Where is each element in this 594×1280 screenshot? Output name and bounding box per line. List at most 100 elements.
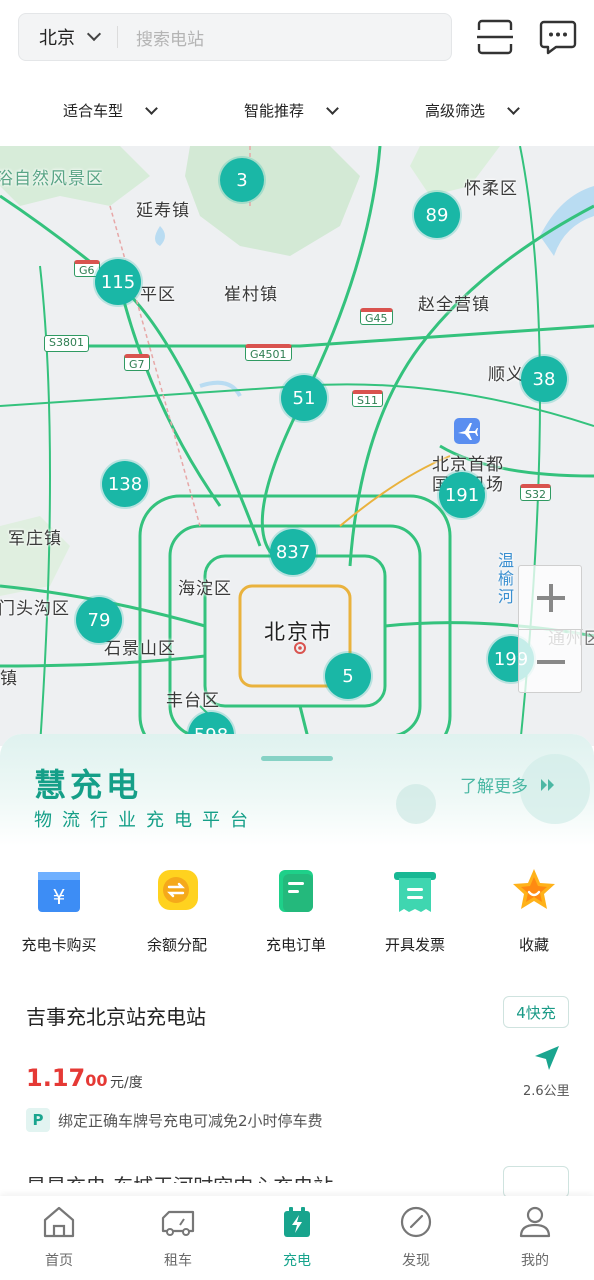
parking-tip-text: 绑定正确车牌号充电可减免2小时停车费: [58, 1111, 323, 1130]
station-cluster[interactable]: 115: [95, 259, 141, 305]
map-label-fengtai: 丰台区: [166, 691, 220, 711]
filter-label: 智能推荐: [244, 102, 305, 120]
navigate-icon[interactable]: [533, 1044, 561, 1072]
learn-more-link[interactable]: 了解更多: [460, 772, 556, 797]
fast-charger-badge: 4快充: [503, 996, 569, 1028]
shortcut-label: 充电订单: [265, 936, 326, 954]
top-bar: 北京 搜索电站: [0, 0, 594, 78]
price-main: 1.17: [26, 1064, 86, 1092]
road-shield: S11: [352, 390, 383, 407]
station-card[interactable]: 吉事充北京站充电站 4快充 1.1700 元/度 2.6公里 P 绑定正确车牌号…: [0, 984, 594, 1198]
map-label-wenyu: 温榆河: [495, 552, 514, 606]
station-cluster[interactable]: 51: [281, 375, 327, 421]
map-label-shijingshan: 石景山区: [104, 639, 176, 659]
bottom-sheet: 慧充电 物流行业充电平台 了解更多 ¥ 充电卡购买 余额分配 充电订单 开具发票…: [0, 734, 594, 1198]
chevron-down-icon: [145, 101, 158, 115]
shortcut-label: 充电卡购买: [21, 936, 97, 954]
station-cluster[interactable]: 89: [414, 192, 460, 238]
city-selector[interactable]: 北京: [39, 24, 75, 50]
shortcut-label: 收藏: [518, 936, 549, 954]
price-decimal: 00: [85, 1071, 108, 1090]
station-price: 1.1700: [26, 1064, 107, 1092]
drag-handle[interactable]: [261, 756, 333, 761]
double-arrow-right-icon: [541, 778, 554, 791]
invoice-icon: [394, 872, 436, 912]
parking-icon: P: [26, 1108, 50, 1132]
filter-smart-recommend[interactable]: 智能推荐: [244, 100, 339, 121]
search-divider: [117, 26, 118, 48]
tab-rent[interactable]: 租车: [138, 1204, 218, 1270]
svg-text:¥: ¥: [53, 885, 66, 909]
next-station-badge: [503, 1166, 569, 1198]
filter-vehicle-type[interactable]: 适合车型: [63, 100, 158, 121]
order-icon: [279, 870, 313, 912]
station-cluster[interactable]: 3: [220, 158, 264, 202]
next-station-name[interactable]: 星星充电-东城天河时空中心充电站: [26, 1170, 333, 1183]
plus-icon: [537, 584, 565, 612]
message-icon[interactable]: [538, 18, 578, 56]
tab-discover[interactable]: 发现: [376, 1204, 456, 1270]
zoom-out-button[interactable]: [519, 630, 583, 694]
map-label-shunyi: 顺义: [488, 365, 524, 385]
map-label-scenic: 浴自然风景区: [0, 169, 104, 189]
map-label-changping: 平区: [140, 285, 176, 305]
charging-icon: [284, 1207, 310, 1237]
tab-charge[interactable]: 充电: [257, 1204, 337, 1270]
station-cluster[interactable]: 138: [102, 461, 148, 507]
map-label-junzhuang: 军庄镇: [8, 529, 62, 549]
shortcut-grid: ¥ 充电卡购买 余额分配 充电订单 开具发票 收藏: [0, 866, 594, 962]
shortcut-card-purchase[interactable]: ¥ 充电卡购买: [4, 866, 114, 955]
chevron-down-icon: [86, 26, 102, 42]
brand-title: 慧充电: [34, 766, 143, 804]
bottom-tab-bar: 首页 租车 充电 发现 我的: [0, 1196, 594, 1280]
tab-label: 首页: [45, 1253, 73, 1269]
chevron-down-icon: [507, 101, 520, 115]
tab-label: 我的: [521, 1253, 549, 1269]
shortcut-charging-orders[interactable]: 充电订单: [241, 866, 351, 955]
search-input[interactable]: 搜索电站: [136, 25, 204, 50]
scan-icon[interactable]: [476, 18, 514, 56]
map-label-huairou: 怀柔区: [464, 179, 518, 199]
map-view[interactable]: 浴自然风景区 延寿镇 怀柔区 平区 崔村镇 赵全营镇 顺义 北京首都 国际机场 …: [0, 146, 594, 746]
brand-tagline: 物流行业充电平台: [34, 810, 258, 831]
shortcut-issue-invoice[interactable]: 开具发票: [360, 866, 470, 955]
map-label-zhaoquanying: 赵全营镇: [418, 295, 490, 315]
map-label-cuicun: 崔村镇: [224, 285, 278, 305]
map-label-beijing: 北京市: [264, 620, 333, 644]
filter-bar: 适合车型 智能推荐 高级筛选: [0, 78, 594, 146]
station-cluster[interactable]: 38: [521, 356, 567, 402]
airport-icon: [454, 418, 480, 444]
road-shield: G45: [360, 308, 393, 325]
station-cluster[interactable]: 79: [76, 597, 122, 643]
road-shield: S32: [520, 484, 551, 501]
map-label-haidian: 海淀区: [178, 579, 232, 599]
home-icon: [43, 1206, 75, 1238]
shortcut-balance-allocation[interactable]: 余额分配: [122, 866, 232, 955]
filter-advanced[interactable]: 高级筛选: [425, 100, 520, 121]
map-label-zhen: 镇: [0, 669, 18, 689]
promo-banner[interactable]: 慧充电 物流行业充电平台 了解更多: [0, 734, 594, 846]
compass-icon: [400, 1206, 432, 1238]
road-shield: G7: [124, 354, 150, 371]
user-icon: [519, 1206, 551, 1238]
minus-icon: [537, 660, 565, 664]
tab-label: 租车: [164, 1253, 192, 1269]
price-unit: 元/度: [110, 1075, 143, 1091]
filter-label: 适合车型: [63, 102, 124, 120]
search-bar[interactable]: 北京 搜索电站: [18, 13, 452, 61]
road-shield: S3801: [44, 335, 89, 352]
zoom-control: [518, 565, 583, 694]
map-label-mentougou: 门头沟区: [0, 599, 70, 619]
zoom-in-button[interactable]: [519, 566, 583, 630]
station-cluster[interactable]: 5: [325, 653, 371, 699]
station-cluster[interactable]: 191: [439, 472, 485, 518]
shortcut-favorites[interactable]: 收藏: [479, 866, 589, 955]
tab-home[interactable]: 首页: [19, 1204, 99, 1270]
station-cluster[interactable]: 837: [270, 529, 316, 575]
map-label-yanshou: 延寿镇: [136, 201, 190, 221]
truck-icon: [161, 1210, 195, 1236]
station-name: 吉事充北京站充电站: [26, 1005, 206, 1029]
shortcut-label: 开具发票: [384, 936, 445, 954]
tab-label: 发现: [402, 1253, 430, 1269]
tab-me[interactable]: 我的: [495, 1204, 575, 1270]
